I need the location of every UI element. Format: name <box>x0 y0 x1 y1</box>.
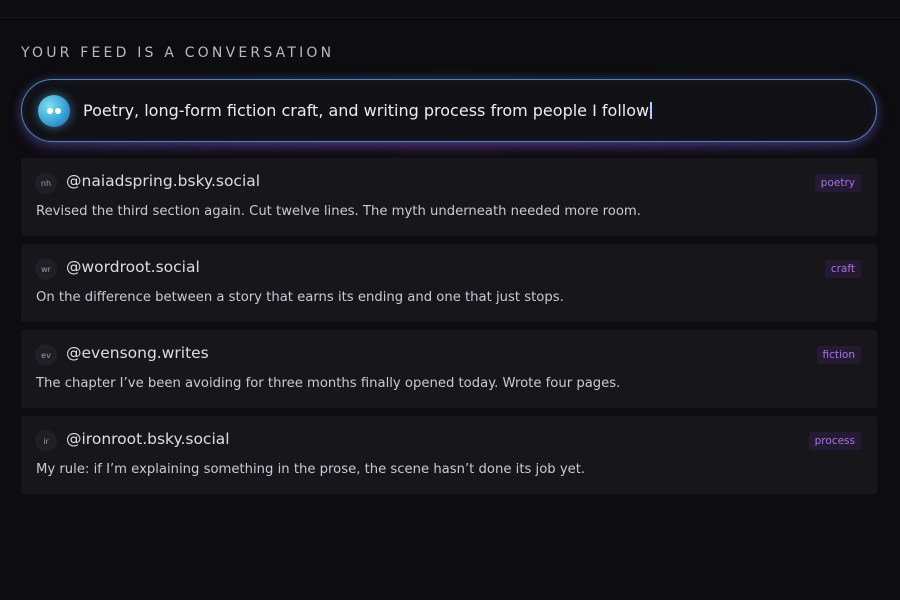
post-handle[interactable]: @wordroot.social <box>66 258 200 276</box>
feed-page: YOUR FEED IS A CONVERSATION Poetry, long… <box>0 0 900 600</box>
assistant-eye-left <box>47 107 53 114</box>
post-card[interactable]: ir @ironroot.bsky.social process My rule… <box>21 416 877 494</box>
post-handle[interactable]: @evensong.writes <box>66 344 209 362</box>
feed-heading: YOUR FEED IS A CONVERSATION <box>21 45 335 61</box>
post-tag[interactable]: poetry <box>814 174 861 192</box>
top-divider <box>0 17 900 18</box>
post-text: The chapter I’ve been avoiding for three… <box>36 376 621 391</box>
feed-prompt[interactable]: Poetry, long-form fiction craft, and wri… <box>17 75 881 146</box>
assistant-eye-right <box>55 107 61 114</box>
avatar[interactable]: ir <box>35 430 57 452</box>
text-caret <box>650 102 652 119</box>
prompt-box[interactable]: Poetry, long-form fiction craft, and wri… <box>21 79 877 142</box>
feed-prompt-input[interactable]: Poetry, long-form fiction craft, and wri… <box>83 101 649 120</box>
avatar[interactable]: ev <box>35 344 57 366</box>
post-text: Revised the third section again. Cut twe… <box>36 204 641 219</box>
post-tag[interactable]: fiction <box>816 346 861 364</box>
assistant-face-icon <box>38 94 70 127</box>
avatar[interactable]: nh <box>35 172 57 194</box>
avatar[interactable]: wr <box>35 258 57 280</box>
post-handle[interactable]: @ironroot.bsky.social <box>66 430 230 448</box>
post-card[interactable]: wr @wordroot.social craft On the differe… <box>21 244 877 322</box>
post-list: nh @naiadspring.bsky.social poetry Revis… <box>21 158 877 502</box>
post-card[interactable]: nh @naiadspring.bsky.social poetry Revis… <box>21 158 877 236</box>
post-tag[interactable]: process <box>808 432 861 450</box>
post-tag[interactable]: craft <box>824 260 861 278</box>
post-text: My rule: if I’m explaining something in … <box>36 462 586 477</box>
post-text: On the difference between a story that e… <box>36 290 564 305</box>
post-card[interactable]: ev @evensong.writes fiction The chapter … <box>21 330 877 408</box>
post-handle[interactable]: @naiadspring.bsky.social <box>66 172 260 190</box>
